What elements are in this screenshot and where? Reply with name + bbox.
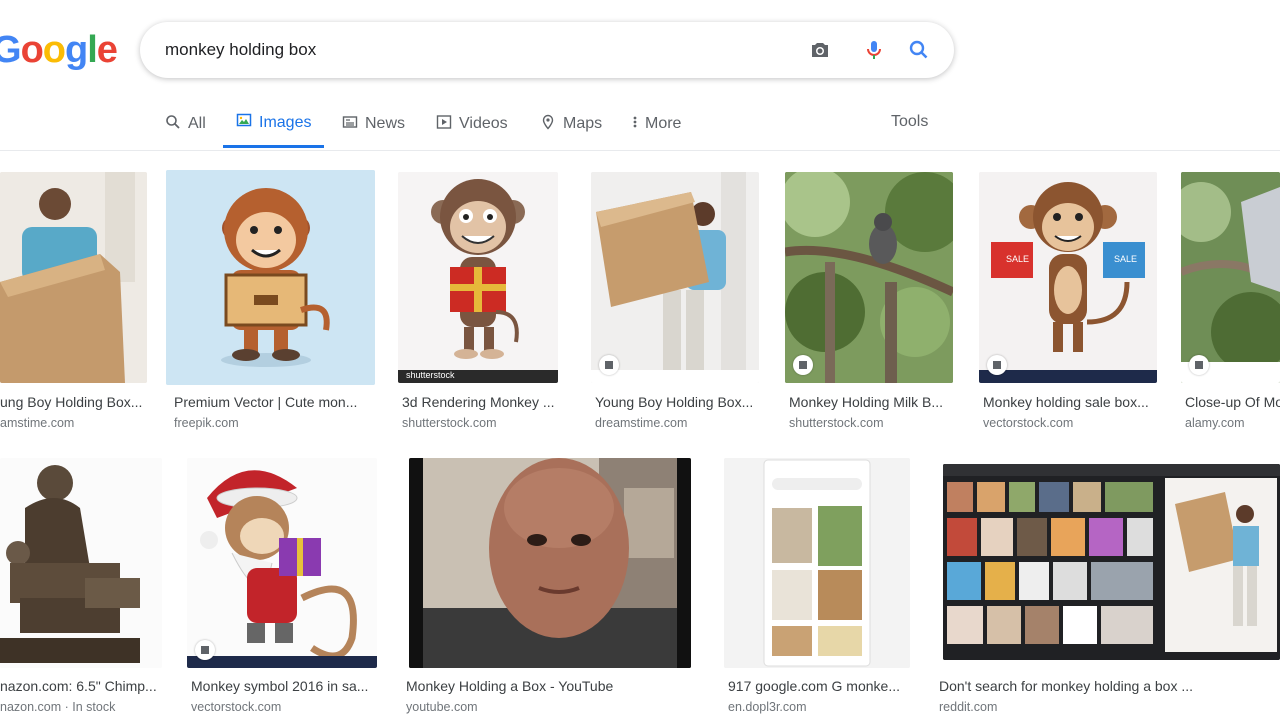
result-title[interactable]: Monkey Holding Milk B... (789, 394, 953, 410)
result-source[interactable]: youtube.com (406, 700, 691, 714)
google-logo[interactable]: Google (0, 28, 118, 72)
image-format-icon (1189, 355, 1209, 375)
result-source[interactable]: vectorstock.com (191, 700, 377, 714)
result-title[interactable]: Monkey holding sale box... (983, 394, 1157, 410)
result-source[interactable]: amstime.com (0, 416, 147, 430)
result-thumbnail[interactable] (0, 458, 162, 668)
news-icon (342, 114, 358, 135)
image-format-icon (599, 355, 619, 375)
watermark-text: shutterstock (406, 370, 455, 380)
result-thumbnail[interactable] (0, 172, 147, 383)
result-title[interactable]: ung Boy Holding Box... (0, 394, 147, 410)
sale-label: SALE (1114, 254, 1138, 264)
result-thumbnail[interactable] (591, 172, 759, 383)
result-thumbnail[interactable] (409, 458, 691, 668)
result-source[interactable]: shutterstock.com (789, 416, 953, 430)
tab-more[interactable]: More (632, 100, 681, 148)
tab-videos[interactable]: Videos (436, 100, 508, 148)
result-thumbnail[interactable] (724, 458, 910, 668)
tools-button[interactable]: Tools (891, 100, 928, 148)
result-thumbnail[interactable]: shutterstock (398, 172, 558, 383)
image-format-icon (793, 355, 813, 375)
result-title[interactable]: nazon.com: 6.5" Chimp... (0, 678, 162, 694)
result-source[interactable]: reddit.com (939, 700, 1276, 714)
result-title[interactable]: Monkey symbol 2016 in sa... (191, 678, 377, 694)
search-box[interactable]: monkey holding box (140, 22, 954, 78)
result-title[interactable]: Close-up Of Mo (1185, 394, 1280, 410)
tab-images[interactable]: Images (223, 100, 325, 148)
result-title[interactable]: Monkey Holding a Box - YouTube (406, 678, 691, 694)
search-tabs: All Images News Videos Maps More Tools (0, 100, 1280, 151)
map-pin-icon (540, 114, 556, 135)
result-title[interactable]: 917 google.com G monke... (728, 678, 910, 694)
result-thumbnail[interactable] (166, 170, 375, 385)
result-source[interactable]: freepik.com (174, 416, 374, 430)
image-format-icon (987, 355, 1007, 375)
more-vert-icon (632, 114, 638, 135)
camera-icon[interactable] (806, 36, 834, 64)
result-title[interactable]: Don't search for monkey holding a box ..… (939, 678, 1276, 694)
tab-label: All (188, 115, 206, 132)
result-title[interactable]: Young Boy Holding Box... (595, 394, 759, 410)
tab-label: Images (259, 113, 312, 131)
result-source[interactable]: vectorstock.com (983, 416, 1157, 430)
result-title[interactable]: Premium Vector | Cute mon... (174, 394, 374, 410)
image-icon (236, 112, 252, 133)
tab-label: News (365, 115, 406, 132)
result-thumbnail[interactable] (943, 464, 1280, 660)
video-icon (436, 114, 452, 135)
search-submit-icon[interactable] (905, 36, 933, 64)
result-source[interactable]: nazon.com · In stock (0, 700, 162, 714)
tab-maps[interactable]: Maps (540, 100, 602, 148)
result-thumbnail[interactable]: SALE SALE (979, 172, 1157, 383)
tab-all[interactable]: All (165, 100, 206, 148)
result-source[interactable]: dreamstime.com (595, 416, 759, 430)
result-thumbnail[interactable] (187, 458, 377, 668)
result-thumbnail[interactable] (785, 172, 953, 383)
tab-label: Maps (563, 115, 603, 132)
result-source[interactable]: en.dopl3r.com (728, 700, 910, 714)
result-source[interactable]: alamy.com (1185, 416, 1280, 430)
image-format-icon (195, 640, 215, 660)
tab-news[interactable]: News (342, 100, 405, 148)
tab-label: More (645, 115, 682, 132)
sale-label: SALE (1006, 254, 1030, 264)
result-title[interactable]: 3d Rendering Monkey ... (402, 394, 558, 410)
tab-label: Videos (459, 115, 508, 132)
result-thumbnail[interactable] (1181, 172, 1280, 383)
result-source[interactable]: shutterstock.com (402, 416, 558, 430)
search-icon (165, 114, 181, 135)
microphone-icon[interactable] (860, 36, 888, 64)
search-input[interactable]: monkey holding box (165, 22, 316, 78)
